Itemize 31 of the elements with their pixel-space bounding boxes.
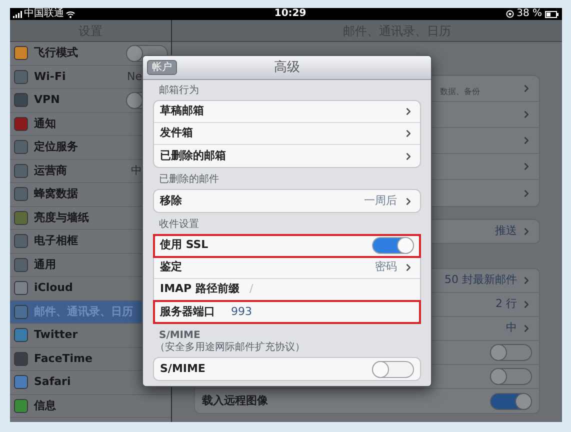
dialog-title: 高级	[274, 58, 300, 77]
row-value: 2 行	[496, 296, 517, 312]
sidebar-label: VPN	[34, 92, 60, 108]
status-time: 10:29	[274, 9, 306, 19]
row-value: 密码	[375, 259, 397, 276]
sidebar-label: iCloud	[34, 280, 73, 296]
row-value: 50 封最新邮件	[444, 272, 517, 288]
row-value: 中	[506, 320, 517, 336]
sidebar-label: 通用	[34, 256, 56, 272]
sidebar-label: 运营商	[34, 162, 67, 178]
sidebar-label: 飞行模式	[34, 45, 78, 61]
row-detail: 数据、备份	[440, 86, 480, 98]
sidebar-label: FaceTime	[34, 350, 92, 366]
row-placeholder: /	[249, 281, 254, 298]
row-value: 993	[231, 304, 252, 320]
sidebar-label: Twitter	[34, 327, 78, 343]
row-value: 一周后	[364, 192, 397, 209]
row-value: 推送	[495, 223, 517, 240]
row-label: 载入远程图像	[202, 392, 268, 409]
sidebar-label: 定位服务	[34, 139, 78, 155]
sidebar-value: 中	[131, 162, 142, 178]
carrier-name: 中国联通	[24, 9, 64, 19]
sidebar-value: Ne	[127, 68, 142, 84]
sidebar-label: Safari	[34, 374, 71, 390]
battery-percent: 38 %	[516, 9, 542, 19]
sidebar-label: Wi-Fi	[34, 68, 66, 84]
sidebar-label: 亮度与墙纸	[34, 210, 89, 226]
sidebar-label: 通知	[34, 116, 56, 132]
sidebar-label: 信息	[34, 398, 56, 414]
sidebar-label: 蜂窝数据	[34, 186, 78, 202]
sidebar-label: 电子相框	[34, 233, 78, 249]
